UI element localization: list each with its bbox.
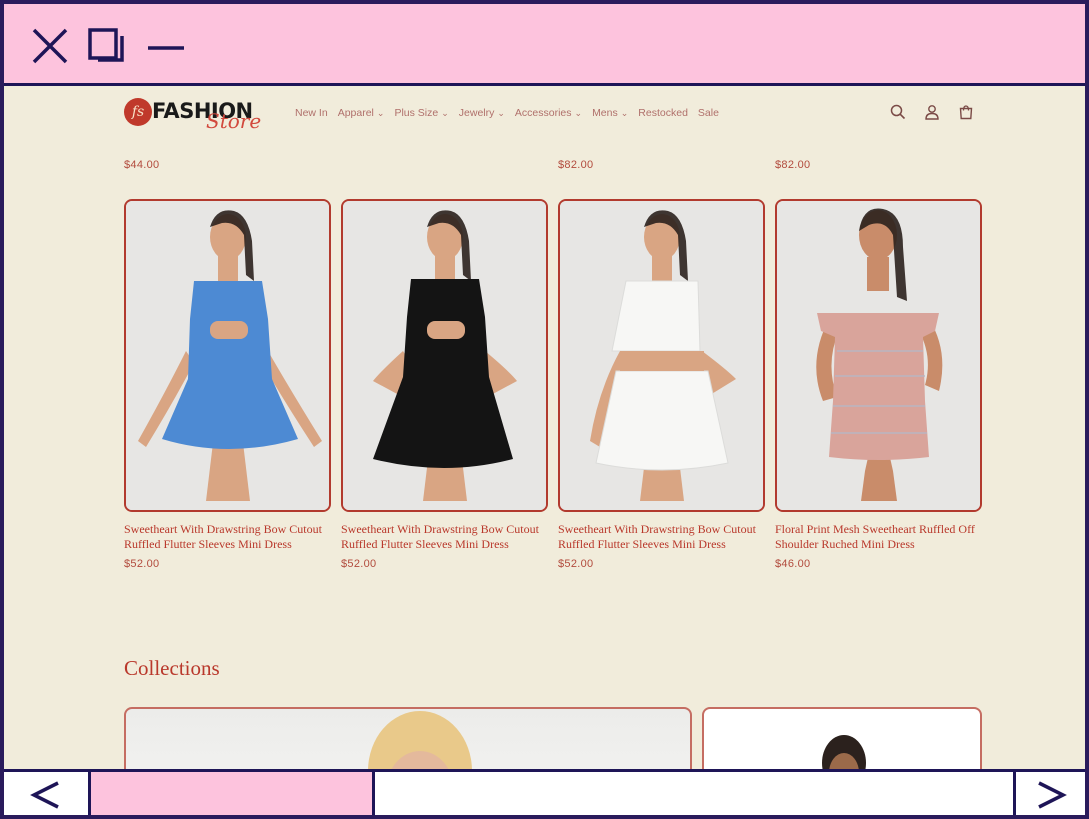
site-header: fs FASHION Store New In Apparel ⌄ Plus Si… bbox=[4, 89, 1085, 139]
nav-label: Sale bbox=[697, 107, 719, 119]
dress-shape bbox=[817, 313, 939, 460]
nav-jewelry[interactable]: Jewelry ⌄ bbox=[459, 107, 505, 119]
header-icons bbox=[888, 102, 976, 122]
nav-plus-size[interactable]: Plus Size ⌄ bbox=[394, 107, 448, 119]
back-button[interactable] bbox=[4, 772, 88, 815]
product-image[interactable] bbox=[775, 199, 982, 512]
store-logo[interactable]: fs FASHION Store bbox=[124, 95, 274, 135]
nav-new-in[interactable]: New In bbox=[295, 107, 328, 119]
product-price: $44.00 bbox=[124, 159, 160, 171]
bottom-bar bbox=[4, 769, 1085, 815]
product-image[interactable] bbox=[124, 199, 331, 512]
title-bar bbox=[4, 4, 1085, 86]
logo-mark: fs bbox=[124, 98, 152, 126]
collection-card[interactable] bbox=[124, 707, 692, 769]
chevron-down-icon: ⌄ bbox=[497, 108, 505, 118]
nav-label: Mens bbox=[592, 107, 618, 119]
nav-label: New In bbox=[295, 107, 328, 119]
product-image[interactable] bbox=[341, 199, 548, 512]
main-nav: New In Apparel ⌄ Plus Size ⌄ Jewelry ⌄ Acce… bbox=[295, 107, 719, 119]
active-tab[interactable] bbox=[88, 772, 375, 815]
nav-label: Plus Size bbox=[394, 107, 439, 119]
close-button[interactable] bbox=[30, 26, 70, 66]
product-title[interactable]: Floral Print Mesh Sweetheart Ruffled Off… bbox=[775, 522, 982, 552]
chevron-down-icon: ⌄ bbox=[376, 108, 385, 118]
product-card[interactable]: Floral Print Mesh Sweetheart Ruffled Off… bbox=[775, 199, 982, 570]
nav-label: Jewelry bbox=[458, 107, 495, 119]
restore-icon bbox=[88, 28, 124, 62]
account-button[interactable] bbox=[922, 102, 942, 122]
nav-label: Accessories bbox=[514, 107, 572, 119]
collections-heading: Collections bbox=[124, 656, 220, 680]
logo-script: Store bbox=[206, 109, 262, 133]
nav-label: Restocked bbox=[638, 107, 688, 119]
chevron-down-icon: ⌄ bbox=[574, 108, 583, 118]
nav-sale[interactable]: Sale bbox=[698, 107, 719, 119]
forward-button[interactable] bbox=[1013, 772, 1085, 815]
nav-accessories[interactable]: Accessories ⌄ bbox=[515, 107, 582, 119]
collection-image bbox=[368, 711, 472, 769]
chevron-right-icon bbox=[1037, 781, 1067, 809]
page-viewport: fs FASHION Store New In Apparel ⌄ Plus Si… bbox=[4, 89, 1085, 769]
cart-icon bbox=[959, 105, 973, 120]
product-title[interactable]: Sweetheart With Drawstring Bow Cutout Ru… bbox=[341, 522, 548, 552]
product-card[interactable]: Sweetheart With Drawstring Bow Cutout Ru… bbox=[341, 199, 548, 570]
product-title[interactable]: Sweetheart With Drawstring Bow Cutout Ru… bbox=[124, 522, 331, 552]
product-price: $82.00 bbox=[775, 159, 811, 171]
product-price: $52.00 bbox=[558, 558, 594, 570]
dress-shape bbox=[611, 280, 701, 352]
restore-button[interactable] bbox=[86, 26, 126, 66]
search-button[interactable] bbox=[888, 102, 908, 122]
product-price: $52.00 bbox=[341, 558, 377, 570]
product-image[interactable] bbox=[558, 199, 765, 512]
account-icon bbox=[925, 105, 939, 120]
nav-restocked[interactable]: Restocked bbox=[638, 107, 688, 119]
close-icon bbox=[32, 28, 68, 64]
product-card[interactable]: Sweetheart With Drawstring Bow Cutout Ru… bbox=[558, 199, 765, 570]
nav-mens[interactable]: Mens ⌄ bbox=[592, 107, 628, 119]
nav-label: Apparel bbox=[337, 107, 374, 119]
collection-image bbox=[822, 735, 866, 769]
minimize-button[interactable] bbox=[146, 26, 186, 66]
chevron-down-icon: ⌄ bbox=[620, 108, 629, 118]
collection-card[interactable] bbox=[702, 707, 982, 769]
browser-frame: fs FASHION Store New In Apparel ⌄ Plus Si… bbox=[4, 4, 1085, 815]
product-card[interactable]: Sweetheart With Drawstring Bow Cutout Ru… bbox=[124, 199, 331, 570]
product-title[interactable]: Sweetheart With Drawstring Bow Cutout Ru… bbox=[558, 522, 765, 552]
cart-button[interactable] bbox=[956, 102, 976, 122]
product-price: $52.00 bbox=[124, 558, 160, 570]
search-icon bbox=[890, 104, 906, 120]
product-price: $46.00 bbox=[775, 558, 811, 570]
chevron-down-icon: ⌄ bbox=[441, 108, 449, 118]
minimize-icon bbox=[148, 46, 184, 50]
nav-apparel[interactable]: Apparel ⌄ bbox=[338, 107, 385, 119]
chevron-left-icon bbox=[30, 781, 59, 809]
product-price: $82.00 bbox=[558, 159, 594, 171]
